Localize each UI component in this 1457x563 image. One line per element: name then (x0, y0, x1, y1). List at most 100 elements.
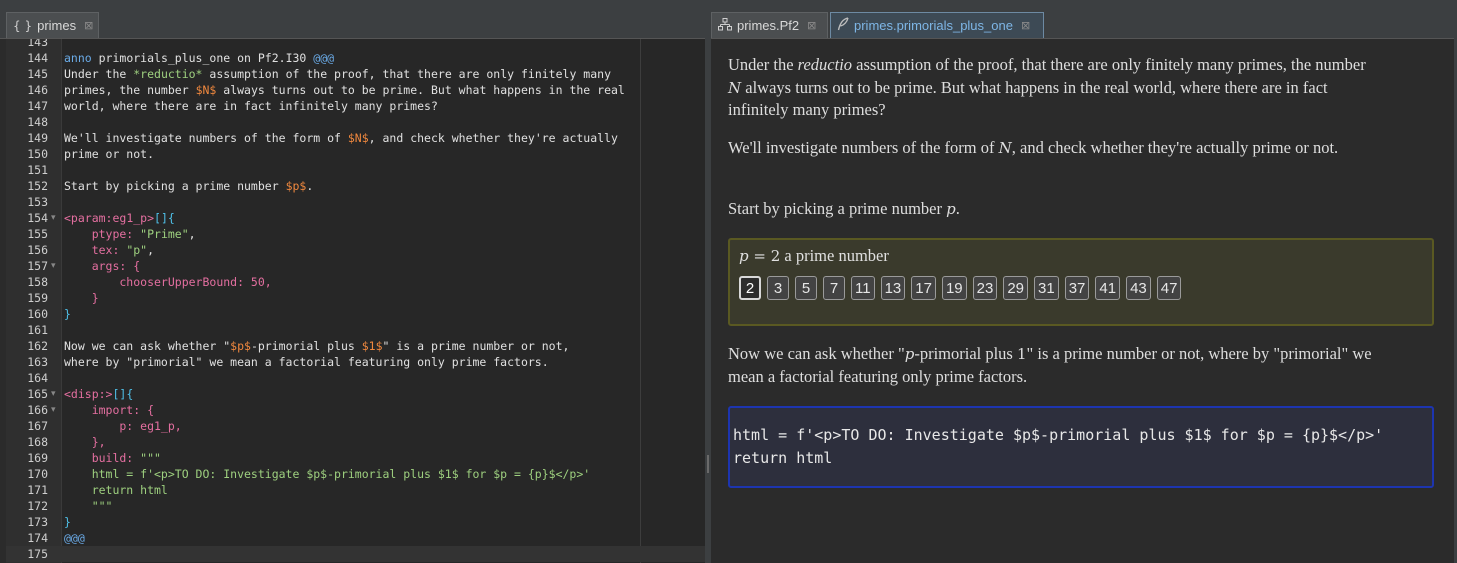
code-line[interactable]: 169 build: """ (6, 450, 705, 466)
code-line[interactable]: 172 """ (6, 498, 705, 514)
line-number: 146 (27, 83, 48, 97)
code-line[interactable]: 155 ptype: "Prime", (6, 226, 705, 242)
prime-option-button[interactable]: 43 (1126, 276, 1151, 300)
code-line[interactable]: 148 (6, 114, 705, 130)
prime-option-button[interactable]: 23 (972, 276, 998, 300)
prime-option-button[interactable]: 7 (823, 276, 845, 300)
code-text: import: { (64, 403, 155, 417)
code-line[interactable]: 146 primes, the number $N$ always turns o… (6, 82, 705, 98)
code-line[interactable]: 159 } (6, 290, 705, 306)
prime-option-button[interactable]: 37 (1064, 276, 1090, 300)
line-number: 166 (27, 403, 48, 417)
prime-option-button[interactable]: 13 (880, 276, 906, 300)
code-line[interactable]: 158 chooserUpperBound: 50, (6, 274, 705, 290)
code-text: } (64, 291, 99, 305)
prime-option-button[interactable]: 19 (941, 276, 967, 300)
code-text: prime or not. (64, 147, 155, 161)
line-number: 162 (27, 339, 48, 353)
code-line[interactable]: 143 (6, 39, 705, 50)
line-number: 143 (27, 39, 48, 49)
line-number: 155 (27, 227, 48, 241)
fold-toggle-icon[interactable]: ▾ (51, 386, 56, 402)
code-line[interactable]: 170 html = f'<p>TO DO: Investigate $p$-p… (6, 466, 705, 482)
code-text: Start by picking a prime number $p$. (64, 179, 314, 193)
code-line[interactable]: 166 ▾ import: { (6, 402, 705, 418)
prime-option-button[interactable]: 47 (1156, 276, 1182, 300)
code-text: primes, the number $N$ always turns out … (64, 83, 625, 97)
tab-primorials-plus-one[interactable]: primes.primorials_plus_one ⊠ (830, 12, 1044, 38)
close-icon[interactable]: ⊠ (84, 19, 93, 32)
code-line[interactable]: 173} (6, 514, 705, 530)
code-line[interactable]: 162 Now we can ask whether "$p$-primorial… (6, 338, 705, 354)
paragraph-primorial: Now we can ask whether "p-primorial plus… (728, 344, 1372, 386)
code-line[interactable]: 168 }, (6, 434, 705, 450)
prime-option-button[interactable]: 11 (851, 276, 875, 300)
code-text: } (64, 307, 71, 321)
right-tab-bar: primes.Pf2 ⊠ primes.primorials_plus_one … (711, 0, 1454, 39)
line-number: 159 (27, 291, 48, 305)
code-line[interactable]: 163 where by "primorial" we mean a factor… (6, 354, 705, 370)
prime-option-button[interactable]: 5 (795, 276, 817, 300)
code-line[interactable]: 160} (6, 306, 705, 322)
prime-option-button[interactable]: 41 (1095, 276, 1121, 300)
line-number: 152 (27, 179, 48, 193)
prime-option-button[interactable]: 2 (739, 276, 761, 300)
code-line[interactable]: 164 (6, 370, 705, 386)
code-text: ptype: "Prime", (64, 227, 196, 241)
code-text: world, where there are in fact infinitel… (64, 99, 438, 113)
code-line[interactable]: 150 prime or not. (6, 146, 705, 162)
code-line[interactable]: 153 (6, 194, 705, 210)
line-number: 169 (27, 451, 48, 465)
prime-option-button[interactable]: 29 (1003, 276, 1029, 300)
code-line[interactable]: 167 p: eg1_p, (6, 418, 705, 434)
code-line[interactable]: 161 (6, 322, 705, 338)
line-number: 158 (27, 275, 48, 289)
code-line[interactable]: 156 tex: "p", (6, 242, 705, 258)
prime-option-button[interactable]: 3 (767, 276, 789, 300)
code-line[interactable]: 165 ▾ <disp:>[]{ (6, 386, 705, 402)
code-line[interactable]: 151 (6, 162, 705, 178)
code-line[interactable]: 152 Start by picking a prime number $p$. (6, 178, 705, 194)
tab-label: primes.Pf2 (737, 18, 800, 33)
code-text: html = f'<p>TO DO: Investigate $p$-primo… (64, 467, 591, 481)
close-icon[interactable]: ⊠ (807, 19, 816, 32)
code-text: Now we can ask whether "$p$-primorial pl… (64, 339, 570, 353)
code-text: <param:eg1_p>[]{ (64, 211, 175, 225)
code-line[interactable]: 145 Under the *reductio* assumption of th… (6, 66, 705, 82)
line-number: 167 (27, 419, 48, 433)
tab-label: primes (37, 18, 77, 33)
line-number: 163 (27, 355, 48, 369)
line-number: 165 (27, 387, 48, 401)
code-text: We'll investigate numbers of the form of… (64, 131, 618, 145)
code-line[interactable]: 149 We'll investigate numbers of the form… (6, 130, 705, 146)
code-line[interactable]: 157 ▾ args: { (6, 258, 705, 274)
code-line[interactable]: 144 anno primorials_plus_one on Pf2.I30 @… (6, 50, 705, 66)
display-code-line-1: html = f'<p>TO DO: Investigate $p$-primo… (733, 426, 1384, 444)
fold-toggle-icon[interactable]: ▾ (51, 210, 56, 226)
line-number: 172 (27, 499, 48, 513)
close-icon[interactable]: ⊠ (1021, 19, 1030, 32)
line-number: 150 (27, 147, 48, 161)
code-text: }, (64, 435, 106, 449)
code-line[interactable]: 154 ▾ <param:eg1_p>[]{ (6, 210, 705, 226)
prime-option-button[interactable]: 17 (911, 276, 936, 300)
feather-pen-icon (837, 17, 849, 34)
line-number: 149 (27, 131, 48, 145)
tab-primes[interactable]: { } primes ⊠ (6, 12, 99, 38)
code-line[interactable]: 175 (6, 546, 705, 562)
code-line[interactable]: 174 @@@ (6, 530, 705, 546)
fold-toggle-icon[interactable]: ▾ (51, 402, 56, 418)
code-editor[interactable]: 143 144 anno primorials_plus_one on Pf2.I3… (6, 39, 705, 563)
code-line[interactable]: 147 world, where there are in fact infini… (6, 98, 705, 114)
braces-icon: { } (13, 18, 33, 33)
prime-option-button[interactable]: 31 (1034, 276, 1059, 300)
fold-toggle-icon[interactable]: ▾ (51, 258, 56, 274)
display-code-line-2: return html (733, 449, 833, 467)
rendered-preview: Under the reductio assumption of the pro… (711, 39, 1454, 563)
tab-primes-pf2[interactable]: primes.Pf2 ⊠ (711, 12, 828, 38)
code-text: @@@ (64, 531, 85, 545)
splitter-grip[interactable] (707, 455, 709, 473)
line-number: 170 (27, 467, 48, 481)
line-number: 154 (27, 211, 48, 225)
code-line[interactable]: 171 return html (6, 482, 705, 498)
